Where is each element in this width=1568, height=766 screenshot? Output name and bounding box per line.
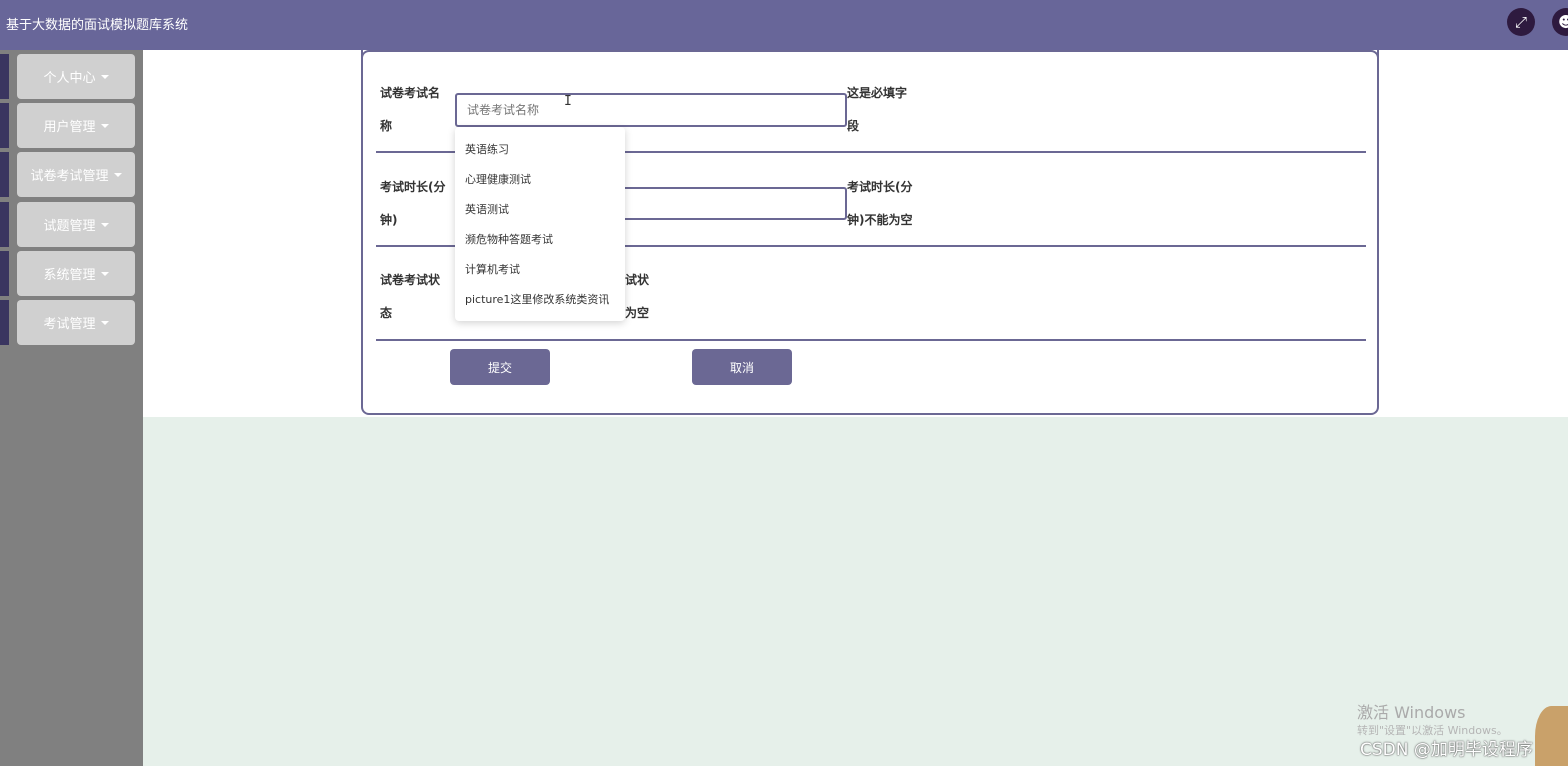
sidebar-item-personal-center[interactable]: 个人中心 (0, 54, 135, 99)
sidebar-item-label: 试卷考试管理 (30, 169, 109, 184)
menu-strip (0, 202, 9, 247)
menu-button[interactable]: 个人中心 (17, 54, 135, 99)
chevron-down-icon (100, 320, 109, 325)
menu-strip (0, 251, 9, 296)
exam-name-input-box[interactable] (455, 93, 847, 127)
sidebar-item-question-management[interactable]: 试题管理 (0, 202, 135, 247)
expand-icon[interactable]: ⤢ (1507, 8, 1535, 36)
sidebar-item-label: 个人中心 (43, 71, 96, 86)
menu-button[interactable]: 考试管理 (17, 300, 135, 345)
autocomplete-dropdown: 英语练习 心理健康测试 英语测试 濒危物种答题考试 计算机考试 picture1… (455, 127, 625, 321)
menu-strip (0, 103, 9, 148)
autocomplete-option[interactable]: 英语测试 (465, 201, 509, 217)
autocomplete-option[interactable]: 濒危物种答题考试 (465, 231, 553, 247)
autocomplete-option[interactable]: picture1这里修改系统类资讯 (465, 291, 609, 307)
chevron-down-icon (100, 222, 109, 227)
autocomplete-option[interactable]: 计算机考试 (465, 261, 520, 277)
duration-field-hint-cont: 钟)不能为空 (847, 213, 913, 227)
text-cursor-icon: I (564, 94, 572, 109)
mascot-image (1535, 706, 1568, 766)
name-field-label-cont: 称 (380, 119, 393, 133)
name-field-hint-cont: 段 (847, 119, 860, 133)
chevron-down-icon (100, 271, 109, 276)
submit-button[interactable]: 提交 (450, 349, 550, 385)
status-field-label: 试卷考试状 (380, 273, 441, 287)
sidebar-item-exam-management[interactable]: 考试管理 (0, 300, 135, 345)
sidebar-item-label: 考试管理 (43, 317, 96, 332)
duration-field-hint: 考试时长(分 (847, 180, 913, 194)
sidebar-item-user-management[interactable]: 用户管理 (0, 103, 135, 148)
menu-strip (0, 54, 9, 99)
status-field-hint-cont: 为空 (625, 306, 650, 320)
autocomplete-option[interactable]: 英语练习 (465, 141, 509, 157)
menu-strip (0, 152, 9, 197)
menu-button[interactable]: 试题管理 (17, 202, 135, 247)
windows-activation-title: 激活 Windows (1357, 703, 1466, 722)
sidebar-item-label: 系统管理 (43, 268, 96, 283)
autocomplete-option[interactable]: 心理健康测试 (465, 171, 531, 187)
cancel-button[interactable]: 取消 (692, 349, 792, 385)
sidebar-item-exam-paper-management[interactable]: 试卷考试管理 (0, 152, 135, 197)
menu-button[interactable]: 系统管理 (17, 251, 135, 296)
sidebar: 个人中心 用户管理 试卷考试管理 试题管理 系统管理 考试管理 (0, 50, 143, 766)
sidebar-item-label: 用户管理 (43, 120, 96, 135)
name-field-hint: 这是必填字 (847, 86, 908, 100)
exam-name-input[interactable] (457, 95, 845, 125)
name-field-label: 试卷考试名 (380, 86, 441, 100)
user-icon[interactable]: ☻ (1552, 8, 1568, 36)
status-field-label-cont: 态 (380, 306, 393, 320)
menu-strip (0, 300, 9, 345)
csdn-watermark: CSDN @加明毕设程序 (1360, 740, 1533, 760)
sidebar-item-label: 试题管理 (43, 219, 96, 234)
chevron-down-icon (100, 74, 109, 79)
duration-field-label: 考试时长(分 (380, 180, 446, 194)
row-divider (376, 339, 1366, 341)
menu-button[interactable]: 试卷考试管理 (17, 152, 135, 197)
chevron-down-icon (100, 123, 109, 128)
duration-field-label-cont: 钟) (380, 213, 398, 227)
chevron-down-icon (113, 172, 122, 177)
sidebar-item-system-management[interactable]: 系统管理 (0, 251, 135, 296)
status-field-hint: 试状 (625, 273, 650, 287)
menu-button[interactable]: 用户管理 (17, 103, 135, 148)
top-header: 基于大数据的面试模拟题库系统 ⤢ ☻ (0, 0, 1568, 50)
app-title: 基于大数据的面试模拟题库系统 (6, 18, 189, 33)
